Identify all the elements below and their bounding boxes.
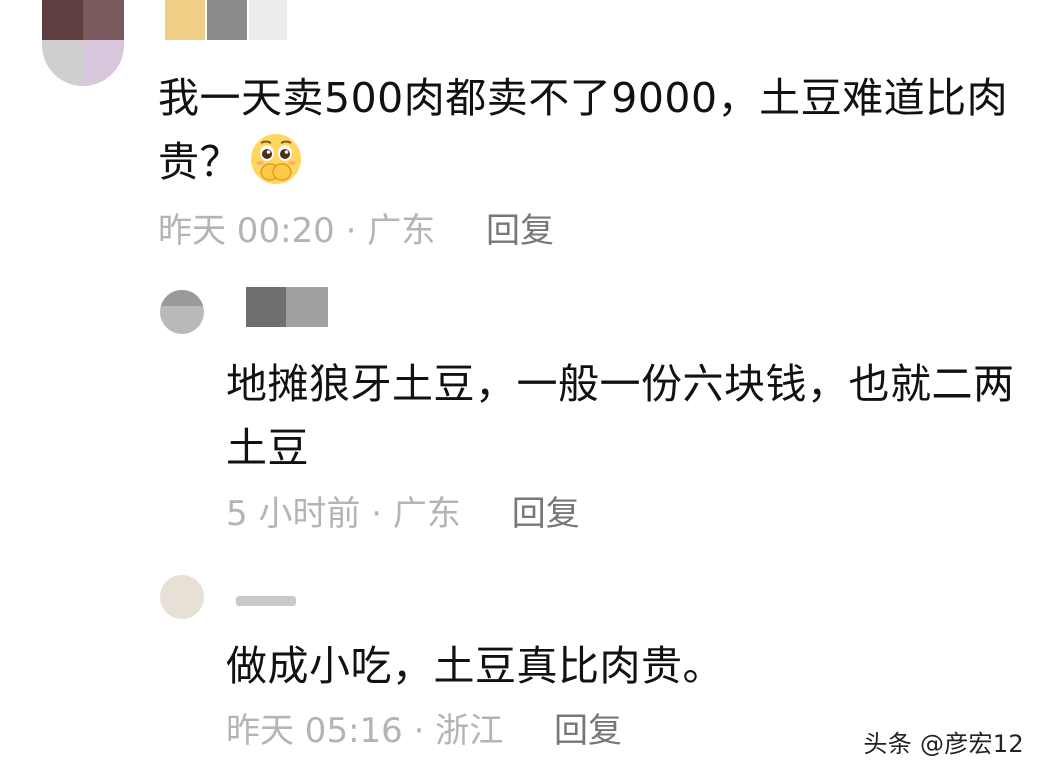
comment-location: 广东 bbox=[392, 494, 461, 534]
comment-text-line: 贵？ bbox=[158, 130, 1038, 194]
comment-meta: 昨天 05:16 · 浙江 回复 bbox=[226, 711, 622, 751]
avatar[interactable] bbox=[160, 290, 204, 334]
comment-text: 地摊狼牙土豆，一般一份六块钱，也就二两 土豆 bbox=[226, 352, 1041, 480]
comment-time: 昨天 05:16 bbox=[226, 711, 403, 751]
avatar[interactable] bbox=[42, 0, 124, 86]
comment-text: 我一天卖500肉都卖不了9000，土豆难道比肉 贵？ bbox=[158, 66, 1038, 194]
reply-button[interactable]: 回复 bbox=[512, 494, 580, 534]
comment-time: 昨天 00:20 bbox=[158, 211, 335, 251]
comment-text-line: 我一天卖500肉都卖不了9000，土豆难道比肉 bbox=[158, 74, 1009, 122]
meta-separator: · bbox=[345, 211, 357, 251]
meta-separator: · bbox=[371, 494, 383, 534]
comment-text: 做成小吃，土豆真比肉贵。 bbox=[226, 634, 1041, 698]
comment-location: 广东 bbox=[367, 211, 436, 251]
reply-button[interactable]: 回复 bbox=[486, 211, 554, 251]
pleading-face-covering-mouth-icon bbox=[249, 132, 303, 186]
watermark: 头条 @彦宏12 bbox=[863, 730, 1024, 758]
avatar[interactable] bbox=[160, 575, 204, 619]
comment-text-line: 做成小吃，土豆真比肉贵。 bbox=[226, 642, 724, 690]
comment-text-line: 土豆 bbox=[226, 424, 309, 472]
comment-text-line: 地摊狼牙土豆，一般一份六块钱，也就二两 bbox=[226, 360, 1015, 408]
comment-text-fragment: 贵？ bbox=[158, 138, 241, 186]
comment-time: 5 小时前 bbox=[226, 494, 361, 534]
username[interactable] bbox=[246, 287, 328, 327]
comment-meta: 昨天 00:20 · 广东 回复 bbox=[158, 211, 554, 251]
meta-separator: · bbox=[413, 711, 425, 751]
username[interactable] bbox=[165, 0, 287, 40]
comment-location: 浙江 bbox=[435, 711, 504, 751]
reply-button[interactable]: 回复 bbox=[554, 711, 622, 751]
comment-meta: 5 小时前 · 广东 回复 bbox=[226, 494, 580, 534]
username[interactable] bbox=[236, 596, 296, 608]
